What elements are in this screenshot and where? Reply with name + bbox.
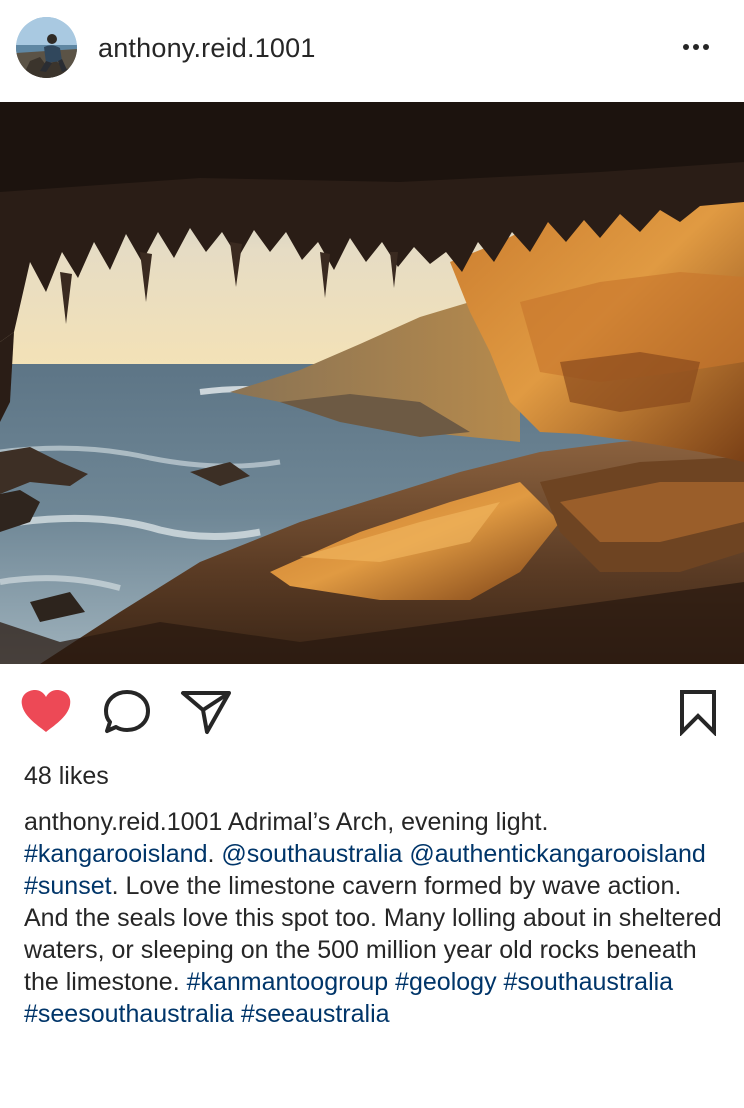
avatar[interactable] [16, 17, 77, 78]
comment-icon[interactable] [102, 688, 152, 736]
caption-separator: . [207, 840, 222, 868]
send-icon[interactable] [180, 688, 232, 736]
more-horizontal-icon[interactable] [680, 32, 716, 62]
post-header: anthony.reid.1001 [0, 0, 744, 102]
hashtag-link[interactable]: #seeaustralia [241, 1000, 390, 1028]
hashtag-link[interactable]: #kangarooisland [24, 840, 207, 868]
bookmark-icon[interactable] [678, 688, 718, 737]
mention-link[interactable]: @southaustralia [221, 840, 402, 868]
caption-text: Adrimal’s Arch, evening light. [222, 808, 549, 836]
hashtag-link[interactable]: #southaustralia [504, 968, 674, 996]
hashtag-link[interactable]: #seesouthaustralia [24, 1000, 234, 1028]
likes-count[interactable]: 48 likes [24, 760, 109, 792]
hashtag-link[interactable]: #kanmantoogroup [187, 968, 389, 996]
heart-filled-icon[interactable] [20, 688, 72, 736]
mention-link[interactable]: @authentickangarooisland [409, 840, 705, 868]
hashtag-link[interactable]: #geology [395, 968, 496, 996]
post-photo[interactable] [0, 102, 744, 664]
post-caption: anthony.reid.1001 Adrimal’s Arch, evenin… [24, 806, 724, 1030]
hashtag-link[interactable]: #sunset [24, 872, 112, 900]
caption-username[interactable]: anthony.reid.1001 [24, 808, 222, 836]
post-actions [0, 664, 744, 760]
post-username[interactable]: anthony.reid.1001 [98, 30, 316, 66]
